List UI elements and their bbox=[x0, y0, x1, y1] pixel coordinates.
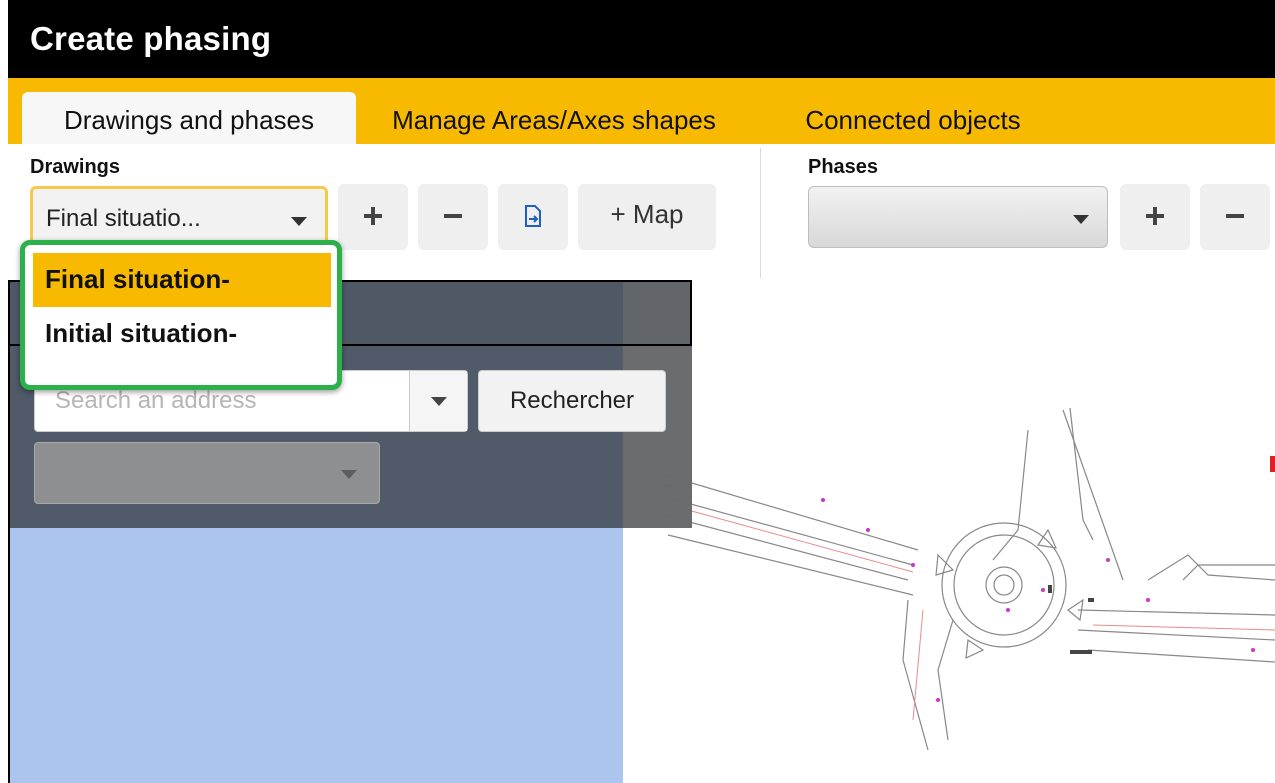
address-dropdown-button[interactable] bbox=[409, 371, 467, 431]
phases-label: Phases bbox=[808, 156, 879, 178]
window-title: Create phasing bbox=[30, 20, 272, 57]
chevron-down-icon bbox=[341, 470, 357, 479]
add-drawing-button[interactable] bbox=[338, 184, 408, 250]
chevron-down-icon bbox=[291, 217, 307, 226]
add-phase-button[interactable] bbox=[1120, 184, 1190, 250]
minus-icon bbox=[444, 214, 462, 219]
remove-phase-button[interactable] bbox=[1200, 184, 1270, 250]
file-arrow-icon bbox=[525, 205, 541, 228]
title-bar: Create phasing bbox=[8, 0, 1275, 78]
drawings-dropdown-list: Final situation- Initial situation- bbox=[20, 240, 342, 390]
drawing-option-initial-situation[interactable]: Initial situation- bbox=[33, 307, 331, 361]
remove-drawing-button[interactable] bbox=[418, 184, 488, 250]
add-map-button[interactable]: + Map bbox=[578, 184, 716, 250]
drawings-label: Drawings bbox=[30, 156, 121, 178]
chevron-down-icon bbox=[431, 397, 447, 406]
drawing-option-final-situation[interactable]: Final situation- bbox=[33, 253, 331, 307]
tab-connected-objects[interactable]: Connected objects bbox=[778, 92, 1048, 144]
drawings-select-value: Final situatio... bbox=[46, 205, 201, 232]
search-button[interactable]: Rechercher bbox=[478, 370, 666, 432]
phases-select[interactable] bbox=[808, 186, 1108, 248]
drawings-select[interactable]: Final situatio... bbox=[30, 186, 328, 248]
tab-strip: Drawings and phases Manage Areas/Axes sh… bbox=[8, 78, 1275, 144]
plus-icon bbox=[1146, 207, 1164, 226]
chevron-down-icon bbox=[1073, 215, 1089, 224]
group-divider bbox=[760, 148, 761, 278]
map-layer-select[interactable] bbox=[34, 442, 380, 504]
left-border bbox=[8, 280, 10, 783]
tab-drawings-and-phases[interactable]: Drawings and phases bbox=[22, 92, 356, 144]
address-search-placeholder: Search an address bbox=[55, 387, 257, 414]
tab-manage-areas-axes-shapes[interactable]: Manage Areas/Axes shapes bbox=[364, 92, 744, 144]
minus-icon bbox=[1226, 214, 1244, 219]
export-drawing-button[interactable] bbox=[498, 184, 568, 250]
plus-icon bbox=[364, 207, 382, 226]
